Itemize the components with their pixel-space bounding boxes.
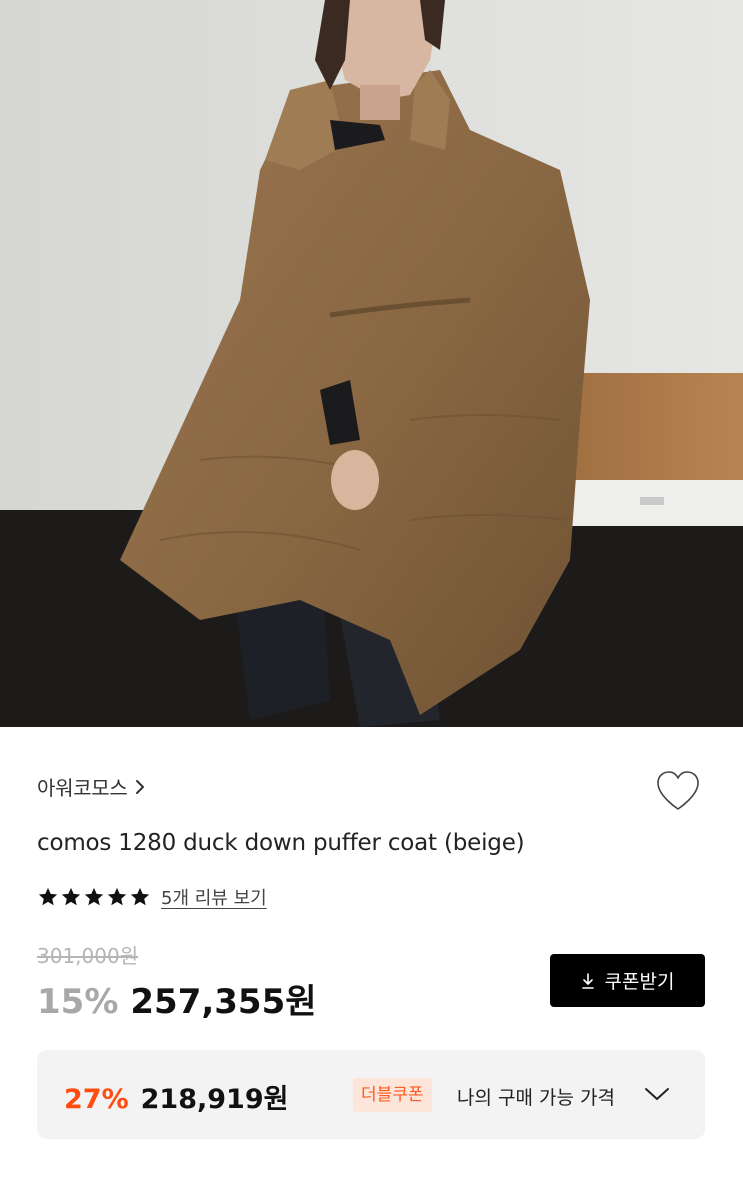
star-icon	[130, 887, 150, 906]
brand-name: 아워코모스	[37, 776, 128, 800]
coupon-download-button[interactable]: 쿠폰받기	[550, 954, 705, 1007]
my-price: 218,919원	[140, 1084, 289, 1115]
star-icon	[38, 887, 58, 906]
sale-price: 257,355원	[130, 982, 317, 1022]
product-image	[0, 0, 743, 727]
rating-stars	[37, 886, 151, 908]
star-icon	[107, 887, 127, 906]
chevron-right-icon	[135, 779, 144, 794]
my-discount-rate: 27%	[64, 1084, 129, 1115]
rating-row: 5개 리뷰 보기	[37, 884, 267, 910]
review-link[interactable]: 5개 리뷰 보기	[161, 884, 267, 910]
star-icon	[84, 887, 104, 906]
my-price-values: 27% 218,919원	[64, 1077, 288, 1116]
price-row: 15% 257,355원	[37, 974, 317, 1023]
brand-link[interactable]: 아워코모스	[37, 772, 146, 801]
heart-icon	[657, 771, 699, 810]
my-price-box[interactable]: 27% 218,919원 더블쿠폰 나의 구매 가능 가격	[37, 1050, 705, 1139]
wishlist-button[interactable]	[651, 766, 705, 816]
download-icon	[581, 972, 594, 989]
double-coupon-badge: 더블쿠폰	[353, 1078, 432, 1112]
product-photo	[0, 0, 743, 727]
chevron-down-icon[interactable]	[643, 1084, 671, 1104]
original-price: 301,000원	[37, 944, 139, 968]
product-title: comos 1280 duck down puffer coat (beige)	[37, 830, 525, 856]
star-icon	[61, 887, 81, 906]
coupon-button-label: 쿠폰받기	[604, 971, 675, 993]
discount-rate: 15%	[37, 982, 119, 1022]
my-price-label: 나의 구매 가능 가격	[457, 1087, 615, 1109]
